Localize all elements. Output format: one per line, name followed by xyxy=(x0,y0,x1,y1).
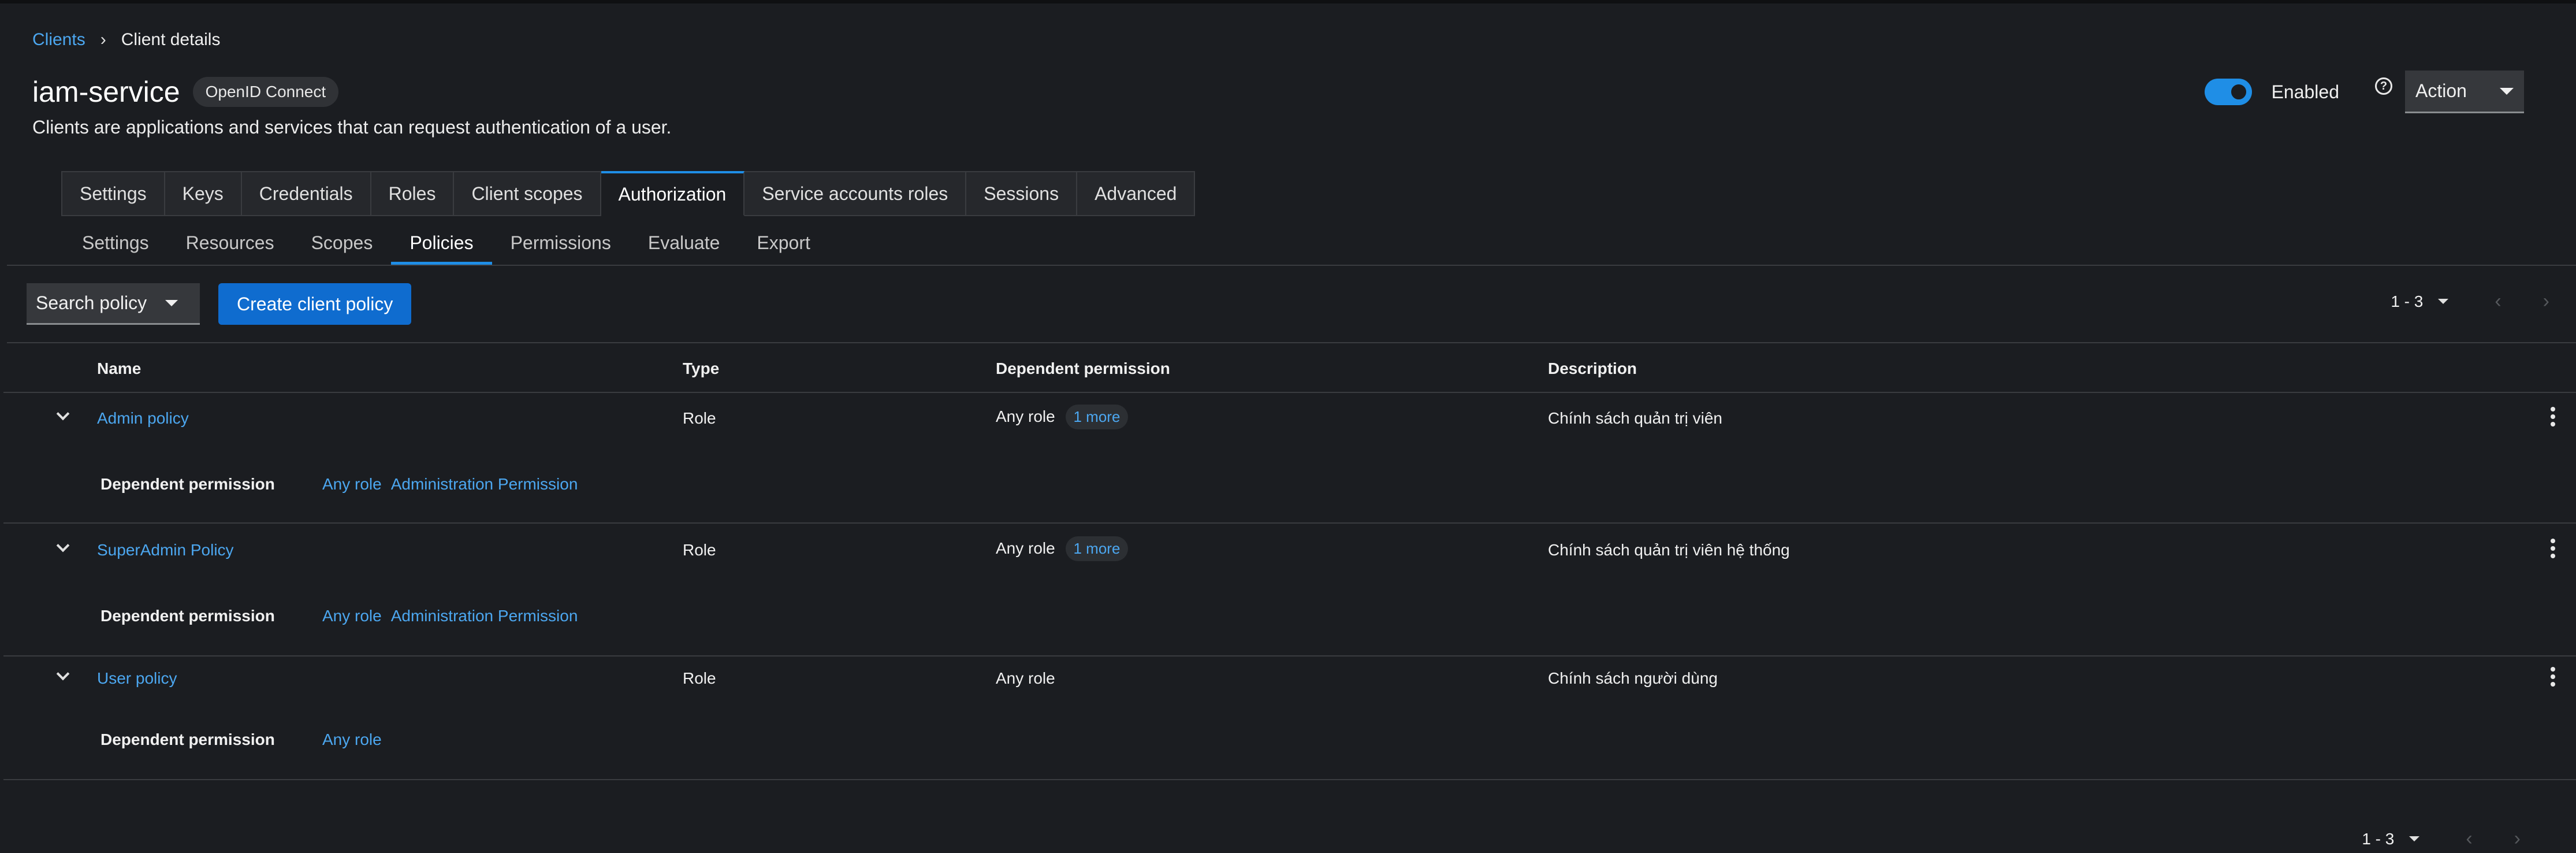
tab-roles[interactable]: Roles xyxy=(371,171,455,216)
pagination-per-page-toggle[interactable] xyxy=(2409,836,2420,841)
tab-authorization[interactable]: Authorization xyxy=(601,171,745,216)
pagination-top: 1 - 3 ‹ › xyxy=(2391,290,2549,313)
dependent-permission-value: Any role xyxy=(996,539,1055,557)
subtabs-divider xyxy=(7,265,2576,266)
policy-toolbar: Search policy Create client policy xyxy=(27,283,412,325)
policy-dependent: Any role 1 more xyxy=(996,405,1129,429)
pagination-range: 1 - 3 xyxy=(2362,829,2395,848)
detail-permission-link[interactable]: Any role xyxy=(322,730,382,749)
title-row: iam-service OpenID Connect xyxy=(32,75,339,109)
policy-description: Chính sách quản trị viên xyxy=(1548,409,1722,427)
detail-permission-link[interactable]: Administration Permission xyxy=(391,475,578,494)
policy-description: Chính sách người dùng xyxy=(1548,669,1718,687)
policy-type: Role xyxy=(683,541,716,559)
protocol-badge: OpenID Connect xyxy=(192,77,339,107)
policy-type: Role xyxy=(683,409,716,427)
more-badge[interactable]: 1 more xyxy=(1065,405,1129,429)
table-row: SuperAdmin Policy Role Any role 1 more C… xyxy=(3,522,2576,657)
kebab-menu-icon[interactable] xyxy=(2551,539,2555,558)
policy-dependent: Any role 1 more xyxy=(996,536,1129,561)
breadcrumb-separator-icon: › xyxy=(100,30,106,49)
chevron-down-icon[interactable] xyxy=(57,409,69,422)
help-icon[interactable]: ? xyxy=(2375,77,2392,95)
policy-type: Role xyxy=(683,669,716,687)
pagination-per-page-toggle[interactable] xyxy=(2438,299,2449,304)
policy-name-link[interactable]: Admin policy xyxy=(97,409,189,428)
authorization-subtabs: Settings Resources Scopes Policies Permi… xyxy=(64,221,829,265)
tab-service-accounts-roles[interactable]: Service accounts roles xyxy=(744,171,967,216)
table-row: User policy Role Any role Chính sách ngư… xyxy=(3,655,2576,780)
detail-permission-link[interactable]: Any role xyxy=(322,607,382,625)
dependent-permission-value: Any role xyxy=(996,407,1055,425)
search-policy-dropdown[interactable]: Search policy xyxy=(27,283,200,325)
enabled-label: Enabled xyxy=(2271,81,2339,102)
table-row: Admin policy Role Any role 1 more Chính … xyxy=(3,392,2576,524)
tab-keys[interactable]: Keys xyxy=(165,171,242,216)
previous-page-icon[interactable]: ‹ xyxy=(2495,290,2501,313)
previous-page-icon[interactable]: ‹ xyxy=(2466,828,2472,850)
detail-permission-links: Any role Administration Permission xyxy=(322,475,578,494)
column-name[interactable]: Name xyxy=(97,359,141,378)
more-badge[interactable]: 1 more xyxy=(1065,536,1129,561)
client-tabs: Settings Keys Credentials Roles Client s… xyxy=(61,171,1196,216)
header-actions: Enabled ? Action xyxy=(2204,71,2524,113)
subtab-permissions[interactable]: Permissions xyxy=(492,221,630,265)
subtab-policies[interactable]: Policies xyxy=(391,221,492,265)
detail-dependent-label: Dependent permission xyxy=(100,607,275,625)
kebab-menu-icon[interactable] xyxy=(2551,667,2555,687)
tab-sessions[interactable]: Sessions xyxy=(966,171,1078,216)
detail-permission-links: Any role xyxy=(322,730,382,749)
action-dropdown[interactable]: Action xyxy=(2405,71,2524,113)
detail-permission-links: Any role Administration Permission xyxy=(322,607,578,625)
table-header: Name Type Dependent permission Descripti… xyxy=(3,343,2576,393)
detail-permission-link[interactable]: Any role xyxy=(322,475,382,494)
subtab-evaluate[interactable]: Evaluate xyxy=(630,221,739,265)
page-title: iam-service xyxy=(32,76,180,108)
next-page-icon[interactable]: › xyxy=(2543,290,2549,313)
subtab-scopes[interactable]: Scopes xyxy=(293,221,392,265)
breadcrumb-clients-link[interactable]: Clients xyxy=(32,30,85,50)
detail-dependent-label: Dependent permission xyxy=(100,730,275,748)
tab-credentials[interactable]: Credentials xyxy=(241,171,371,216)
detail-permission-link[interactable]: Administration Permission xyxy=(391,607,578,625)
search-policy-label: Search policy xyxy=(36,292,147,313)
page-description: Clients are applications and services th… xyxy=(32,117,672,138)
detail-dependent-label: Dependent permission xyxy=(100,475,275,493)
client-details-page: Clients › Client details iam-service Ope… xyxy=(3,7,2576,853)
tab-advanced[interactable]: Advanced xyxy=(1077,171,1196,216)
policy-name-link[interactable]: User policy xyxy=(97,669,177,688)
column-description[interactable]: Description xyxy=(1548,359,1637,378)
app-frame: Clients › Client details iam-service Ope… xyxy=(0,0,2576,853)
pagination-range: 1 - 3 xyxy=(2391,292,2424,310)
subtab-resources[interactable]: Resources xyxy=(167,221,293,265)
caret-down-icon xyxy=(2500,87,2514,95)
kebab-menu-icon[interactable] xyxy=(2551,407,2555,426)
chevron-down-icon[interactable] xyxy=(57,541,69,554)
subtab-export[interactable]: Export xyxy=(738,221,828,265)
breadcrumb: Clients › Client details xyxy=(32,30,220,50)
caret-down-icon xyxy=(165,300,178,306)
pagination-bottom: 1 - 3 ‹ › xyxy=(2362,828,2521,850)
column-type[interactable]: Type xyxy=(683,359,719,378)
breadcrumb-current: Client details xyxy=(121,30,221,49)
enabled-toggle[interactable] xyxy=(2204,79,2252,105)
next-page-icon[interactable]: › xyxy=(2514,828,2521,850)
policy-name-link[interactable]: SuperAdmin Policy xyxy=(97,541,234,559)
toggle-knob xyxy=(2228,82,2249,102)
chevron-down-icon[interactable] xyxy=(57,669,69,682)
tab-client-scopes[interactable]: Client scopes xyxy=(454,171,601,216)
policy-description: Chính sách quản trị viên hệ thống xyxy=(1548,541,1790,559)
column-dependent-permission[interactable]: Dependent permission xyxy=(996,359,1170,378)
create-client-policy-button[interactable]: Create client policy xyxy=(218,283,412,325)
dependent-permission-value: Any role xyxy=(996,669,1055,687)
action-dropdown-label: Action xyxy=(2415,80,2467,101)
tab-settings[interactable]: Settings xyxy=(61,171,165,216)
subtab-settings[interactable]: Settings xyxy=(64,221,167,265)
